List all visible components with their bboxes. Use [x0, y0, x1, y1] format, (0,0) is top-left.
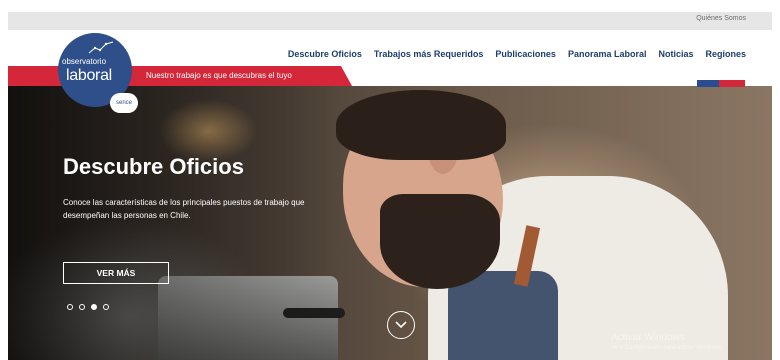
nav-publicaciones[interactable]: Publicaciones [495, 49, 556, 59]
hero-slider: Descubre Oficios Conoce las característi… [8, 86, 772, 360]
scroll-down-button[interactable] [387, 311, 415, 339]
nav-descubre-oficios[interactable]: Descubre Oficios [288, 49, 362, 59]
slide-dot-4[interactable] [103, 304, 109, 310]
sence-badge: sence [110, 93, 138, 113]
watermark-title: Activar Windows [611, 332, 685, 343]
main-nav: Descubre Oficios Trabajos más Requeridos… [288, 49, 746, 59]
hero-description: Conoce las características de los princi… [63, 198, 305, 220]
observatorio-laboral-logo[interactable]: observatorio laboral sence [58, 33, 140, 117]
slide-dot-3[interactable] [91, 304, 97, 310]
nav-trabajos-requeridos[interactable]: Trabajos más Requeridos [374, 49, 484, 59]
hero-image-apron [448, 271, 558, 360]
logo-text-laboral: laboral [66, 67, 112, 84]
utility-bar: Quiénes Somos [8, 12, 772, 30]
flag-stripe-red [719, 80, 745, 87]
tagline-text: Nuestro trabajo es que descubras el tuyo [146, 71, 292, 80]
hero-overlay [8, 86, 338, 360]
windows-activation-watermark: Activar Windows Ve a Configuración para … [611, 332, 722, 351]
page: Quiénes Somos Descubre Oficios Trabajos … [0, 0, 780, 360]
slide-dot-2[interactable] [79, 304, 85, 310]
top-strip [0, 0, 780, 12]
hero-title: Descubre Oficios [63, 154, 244, 179]
quienes-somos-link[interactable]: Quiénes Somos [696, 15, 746, 22]
slide-dot-1[interactable] [67, 304, 73, 310]
chevron-down-icon [395, 316, 407, 334]
sence-label: sence [115, 100, 132, 106]
nav-panorama-laboral[interactable]: Panorama Laboral [568, 49, 647, 59]
nav-noticias[interactable]: Noticias [658, 49, 693, 59]
watermark-subtitle: Ve a Configuración para activar Windows. [611, 345, 723, 351]
hero-image-hair [336, 90, 506, 160]
flag-stripe-blue [697, 80, 719, 87]
logo-text-observatorio: observatorio [62, 57, 107, 66]
nav-regiones[interactable]: Regiones [705, 49, 746, 59]
slider-dots [67, 304, 109, 310]
ver-mas-button[interactable]: VER MÁS [63, 262, 169, 284]
line-chart-icon [88, 41, 114, 55]
